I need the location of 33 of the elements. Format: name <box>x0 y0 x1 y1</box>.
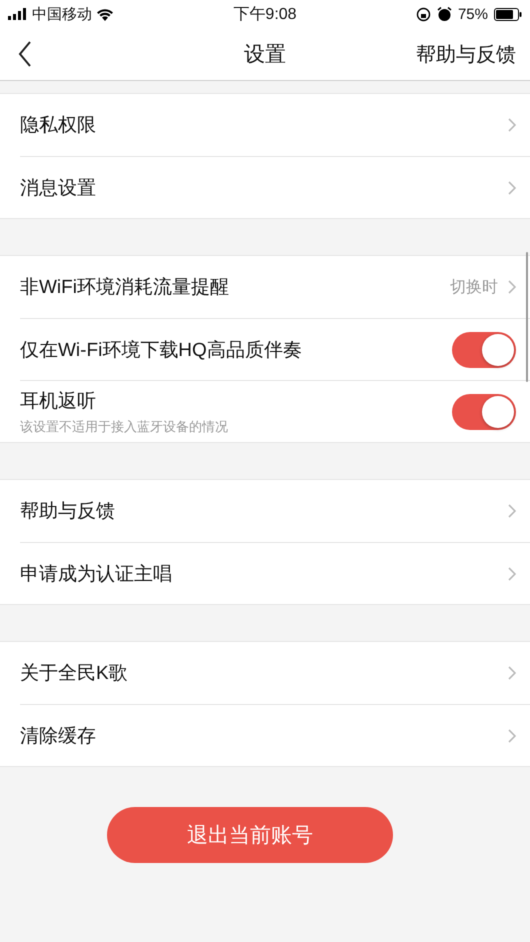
help-feedback-link[interactable]: 帮助与反馈 <box>416 40 516 68</box>
chevron-right-icon[interactable] <box>508 118 516 132</box>
chevron-right-icon[interactable] <box>508 180 516 194</box>
logout-button[interactable]: 退出当前账号 <box>107 807 393 863</box>
setting-label: 清除缓存 <box>20 724 97 748</box>
setting-value: 切换时 <box>450 278 498 298</box>
setting-hint: 该设置不适用于接入蓝牙设备的情况 <box>20 418 229 436</box>
setting-label: 消息设置 <box>20 176 97 200</box>
chevron-right-icon[interactable] <box>508 666 516 680</box>
carrier-name: 中国移动 <box>32 4 92 24</box>
toggle-switch[interactable] <box>452 332 516 368</box>
toggle-switch[interactable] <box>452 394 516 430</box>
setting-label: 耳机返听 <box>20 390 97 414</box>
chevron-right-icon[interactable] <box>508 728 516 742</box>
battery-icon <box>494 8 522 20</box>
setting-label: 隐私权限 <box>20 114 97 138</box>
back-button[interactable] <box>18 41 32 67</box>
page-title: 设置 <box>244 43 286 66</box>
setting-label: 申请成为认证主唱 <box>20 562 173 586</box>
chevron-right-icon[interactable] <box>508 504 516 518</box>
battery-percent: 75% <box>458 6 488 22</box>
setting-label: 非WiFi环境消耗流量提醒 <box>20 276 230 300</box>
rotation-lock-icon <box>416 6 431 22</box>
back-icon <box>18 41 32 67</box>
clock-time: 下午9:08 <box>233 6 297 22</box>
alarm-icon <box>436 6 452 22</box>
wifi-icon <box>96 8 114 20</box>
chevron-right-icon[interactable] <box>508 280 516 294</box>
setting-label: 仅在Wi-Fi环境下载HQ高品质伴奏 <box>20 338 303 362</box>
signal-icon <box>8 8 28 20</box>
setting-label: 关于全民K歌 <box>20 662 129 686</box>
setting-label: 帮助与反馈 <box>20 500 116 524</box>
chevron-right-icon[interactable] <box>508 566 516 580</box>
